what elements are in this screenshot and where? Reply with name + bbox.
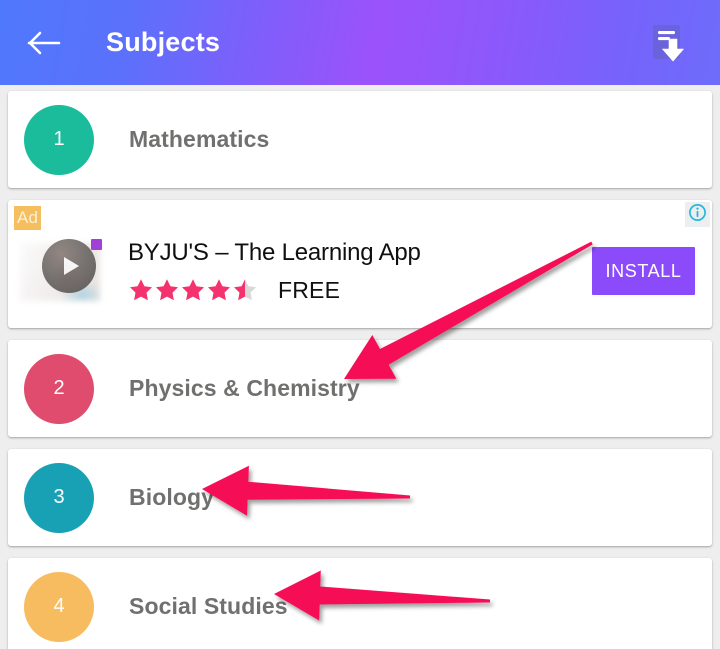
download-document-icon	[645, 20, 691, 66]
subject-label: Social Studies	[129, 593, 288, 619]
install-button[interactable]: INSTALL	[592, 247, 695, 295]
subject-number-badge: 4	[24, 571, 94, 642]
advertisement-card[interactable]: Ad BYJU'S – The Learning App FREE INSTAL…	[8, 200, 712, 328]
page-title: Subjects	[106, 27, 221, 57]
back-button[interactable]	[22, 21, 66, 65]
ad-info-button[interactable]	[685, 202, 710, 227]
subject-row[interactable]: 1 Mathematics	[8, 91, 712, 188]
ad-rating-stars	[128, 277, 260, 303]
subject-card-3[interactable]: 3 Biology	[8, 449, 712, 546]
subject-card-4[interactable]: 4 Social Studies	[8, 558, 712, 649]
subject-card-2[interactable]: 2 Physics & Chemistry	[8, 340, 712, 437]
subject-row[interactable]: 4 Social Studies	[8, 558, 712, 649]
ad-source-badge-icon	[91, 239, 102, 250]
ad-subtitle-row: FREE	[128, 277, 421, 304]
subject-number-badge: 2	[24, 353, 94, 424]
subject-list: 1 Mathematics Ad BYJU'S – The Learning A…	[0, 85, 720, 649]
ad-price-label: FREE	[278, 276, 341, 303]
subject-label: Biology	[129, 484, 215, 510]
subject-label: Physics & Chemistry	[129, 375, 360, 401]
ad-title: BYJU'S – The Learning App	[128, 238, 421, 266]
ad-text-block: BYJU'S – The Learning App FREE	[128, 225, 421, 304]
download-all-button[interactable]	[642, 17, 694, 69]
subject-row[interactable]: 3 Biology	[8, 449, 712, 546]
subject-number-badge: 3	[24, 462, 94, 533]
info-icon	[688, 203, 707, 227]
subject-label: Mathematics	[129, 126, 270, 152]
play-icon[interactable]	[42, 239, 96, 293]
ad-video-thumbnail[interactable]	[12, 237, 108, 307]
app-bar: Subjects	[0, 0, 720, 85]
subject-row[interactable]: 2 Physics & Chemistry	[8, 340, 712, 437]
subject-number-badge: 1	[24, 104, 94, 175]
back-arrow-icon	[27, 30, 61, 56]
subject-card-1[interactable]: 1 Mathematics	[8, 91, 712, 188]
ad-badge: Ad	[14, 206, 42, 230]
